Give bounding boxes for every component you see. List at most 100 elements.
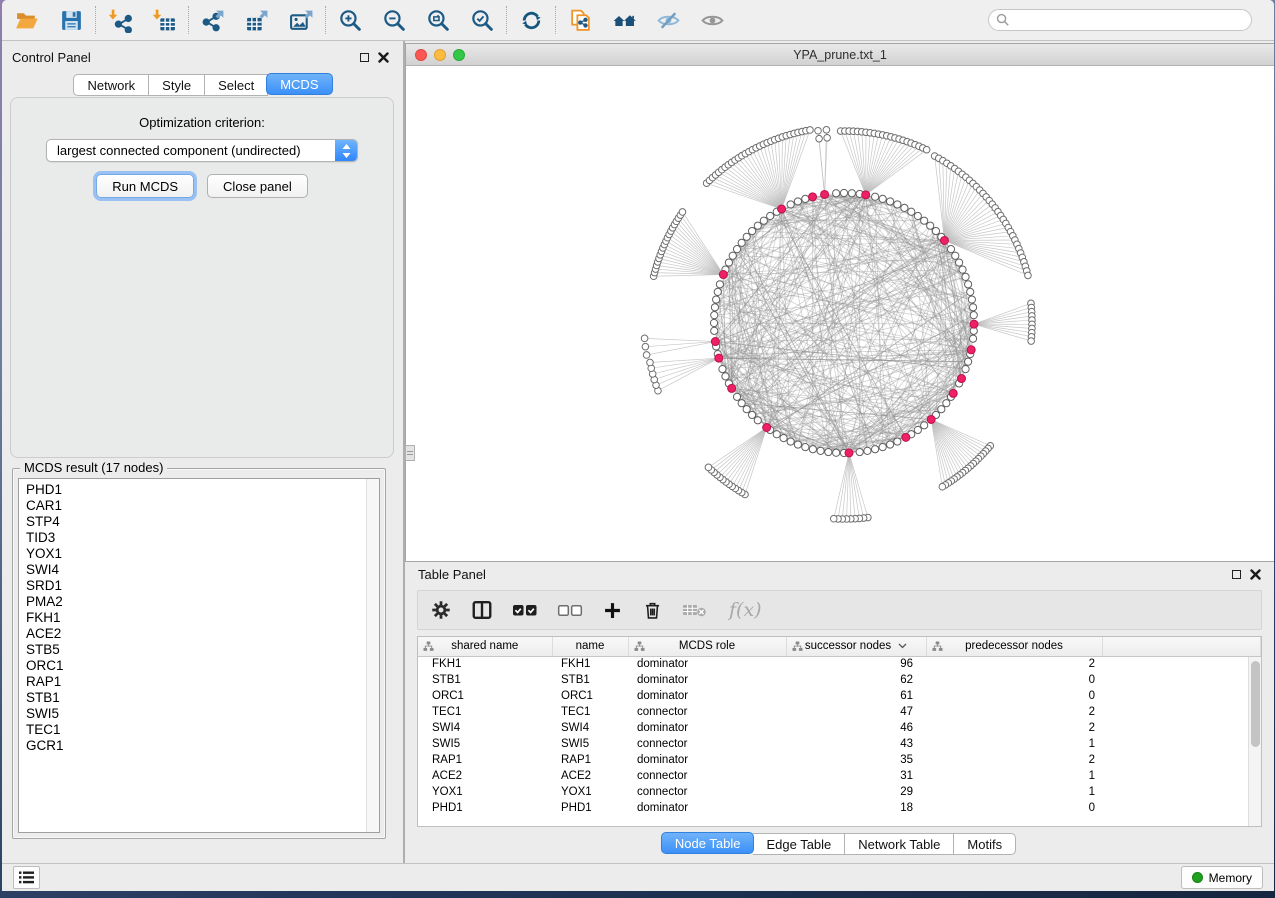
mcds-result-item[interactable]: SRD1 bbox=[19, 578, 379, 594]
mcds-result-item[interactable]: STP4 bbox=[19, 514, 379, 530]
minimize-window-button[interactable] bbox=[434, 49, 446, 61]
optimization-criterion-select[interactable]: largest connected component (undirected) bbox=[46, 139, 358, 162]
search-box bbox=[988, 9, 1252, 31]
table-row[interactable]: SWI5SWI5connector431 bbox=[418, 736, 1261, 752]
table-scrollbar-thumb[interactable] bbox=[1251, 661, 1260, 747]
mcds-result-item[interactable]: PHD1 bbox=[19, 479, 379, 498]
tab-network[interactable]: Network bbox=[73, 74, 149, 96]
mcds-result-item[interactable]: TID3 bbox=[19, 530, 379, 546]
mcds-result-item[interactable]: SWI5 bbox=[19, 706, 379, 722]
list-scrollbar[interactable] bbox=[366, 479, 379, 832]
duplicate-network-icon[interactable] bbox=[565, 5, 595, 35]
maximize-window-button[interactable] bbox=[453, 49, 465, 61]
toolbar-separator bbox=[506, 6, 507, 34]
tab-network-table[interactable]: Network Table bbox=[845, 833, 954, 855]
mcds-result-item[interactable]: CAR1 bbox=[19, 498, 379, 514]
sort-descending-icon bbox=[898, 640, 907, 652]
export-table-icon[interactable] bbox=[242, 5, 272, 35]
mcds-result-item[interactable]: SWI4 bbox=[19, 562, 379, 578]
mcds-result-item[interactable]: ACE2 bbox=[19, 626, 379, 642]
table-row[interactable]: TEC1TEC1connector472 bbox=[418, 704, 1261, 720]
tab-mcds[interactable]: MCDS bbox=[266, 73, 332, 95]
tab-node-table[interactable]: Node Table bbox=[661, 832, 755, 854]
table-panel-header: Table Panel bbox=[405, 562, 1274, 586]
shared-column-icon bbox=[932, 641, 943, 655]
column-header-predecessor-nodes[interactable]: predecessor nodes bbox=[926, 637, 1102, 656]
table-row[interactable]: FKH1FKH1dominator962 bbox=[418, 656, 1261, 672]
mcds-result-item[interactable]: TEC1 bbox=[19, 722, 379, 738]
mcds-result-item[interactable]: YOX1 bbox=[19, 546, 379, 562]
import-group bbox=[105, 5, 179, 35]
zoom-out-icon[interactable] bbox=[379, 5, 409, 35]
show-all-icon[interactable] bbox=[697, 5, 727, 35]
svg-text:f(x): f(x) bbox=[727, 599, 762, 621]
show-columns-icon[interactable] bbox=[471, 599, 493, 621]
mcds-result-item[interactable]: STB1 bbox=[19, 690, 379, 706]
import-table-icon[interactable] bbox=[149, 5, 179, 35]
close-panel-button[interactable]: Close panel bbox=[207, 174, 308, 198]
tab-edge-table[interactable]: Edge Table bbox=[753, 833, 845, 855]
delete-column-icon[interactable] bbox=[642, 600, 663, 621]
tab-motifs[interactable]: Motifs bbox=[954, 833, 1016, 855]
view-group bbox=[565, 5, 727, 35]
criterion-selected-value: largest connected component (undirected) bbox=[47, 143, 335, 158]
mcds-result-item[interactable]: FKH1 bbox=[19, 610, 379, 626]
memory-label: Memory bbox=[1209, 871, 1252, 885]
table-row[interactable]: ACE2ACE2connector311 bbox=[418, 768, 1261, 784]
float-table-panel-icon[interactable] bbox=[1232, 570, 1241, 579]
zoom-in-icon[interactable] bbox=[335, 5, 365, 35]
mcds-result-item[interactable]: STB5 bbox=[19, 642, 379, 658]
close-window-button[interactable] bbox=[415, 49, 427, 61]
zoom-selected-icon[interactable] bbox=[467, 5, 497, 35]
first-neighbors-icon[interactable] bbox=[609, 5, 639, 35]
table-row[interactable]: STB1STB1dominator620 bbox=[418, 672, 1261, 688]
task-history-button[interactable] bbox=[13, 866, 40, 889]
column-header-mcds-role[interactable]: MCDS role bbox=[628, 637, 786, 656]
table-panel: Table Panel f(x) bbox=[405, 562, 1274, 863]
unselect-all-columns-icon[interactable] bbox=[557, 601, 583, 619]
tab-style[interactable]: Style bbox=[149, 74, 205, 96]
table-row[interactable]: ORC1ORC1dominator610 bbox=[418, 688, 1261, 704]
column-header-shared-name[interactable]: shared name bbox=[418, 637, 552, 656]
refresh-icon[interactable] bbox=[516, 5, 546, 35]
table-row[interactable]: SWI4SWI4dominator462 bbox=[418, 720, 1261, 736]
mcds-result-item[interactable]: GCR1 bbox=[19, 738, 379, 754]
float-panel-icon[interactable] bbox=[360, 53, 369, 62]
run-mcds-button[interactable]: Run MCDS bbox=[96, 174, 194, 198]
table-scrollbar[interactable] bbox=[1248, 657, 1261, 826]
network-canvas[interactable] bbox=[406, 66, 1274, 561]
create-column-icon[interactable] bbox=[602, 600, 623, 621]
hide-selected-icon[interactable] bbox=[653, 5, 683, 35]
mcds-result-item[interactable]: RAP1 bbox=[19, 674, 379, 690]
mcds-result-item[interactable]: PMA2 bbox=[19, 594, 379, 610]
network-view-window: YPA_prune.txt_1 bbox=[405, 43, 1274, 562]
splitter-grip[interactable] bbox=[405, 445, 415, 461]
search-input[interactable] bbox=[988, 9, 1252, 31]
table-row[interactable]: RAP1RAP1dominator352 bbox=[418, 752, 1261, 768]
import-network-icon[interactable] bbox=[105, 5, 135, 35]
zoom-fit-icon[interactable] bbox=[423, 5, 453, 35]
open-session-icon[interactable] bbox=[12, 5, 42, 35]
close-table-panel-icon[interactable] bbox=[1250, 569, 1261, 580]
node-table: shared namenameMCDS rolesuccessor nodesp… bbox=[418, 637, 1261, 816]
select-all-columns-icon[interactable] bbox=[512, 601, 538, 619]
tab-select[interactable]: Select bbox=[205, 74, 268, 96]
zoom-group bbox=[335, 5, 497, 35]
column-header-name[interactable]: name bbox=[552, 637, 628, 656]
table-settings-icon[interactable] bbox=[430, 599, 452, 621]
column-header-successor-nodes[interactable]: successor nodes bbox=[786, 637, 926, 656]
mcds-result-list[interactable]: PHD1CAR1STP4TID3YOX1SWI4SRD1PMA2FKH1ACE2… bbox=[18, 478, 380, 833]
mcds-result-item[interactable]: ORC1 bbox=[19, 658, 379, 674]
mcds-panel: Optimization criterion: largest connecte… bbox=[10, 97, 394, 458]
toolbar-separator bbox=[188, 6, 189, 34]
close-panel-icon[interactable] bbox=[378, 52, 389, 63]
save-session-icon[interactable] bbox=[56, 5, 86, 35]
export-image-icon[interactable] bbox=[286, 5, 316, 35]
table-row[interactable]: PHD1PHD1dominator180 bbox=[418, 800, 1261, 816]
file-group bbox=[12, 5, 86, 35]
export-network-icon[interactable] bbox=[198, 5, 228, 35]
toolbar-separator bbox=[95, 6, 96, 34]
main-toolbar bbox=[2, 0, 1274, 41]
memory-button[interactable]: Memory bbox=[1181, 866, 1263, 889]
table-row[interactable]: YOX1YOX1connector291 bbox=[418, 784, 1261, 800]
